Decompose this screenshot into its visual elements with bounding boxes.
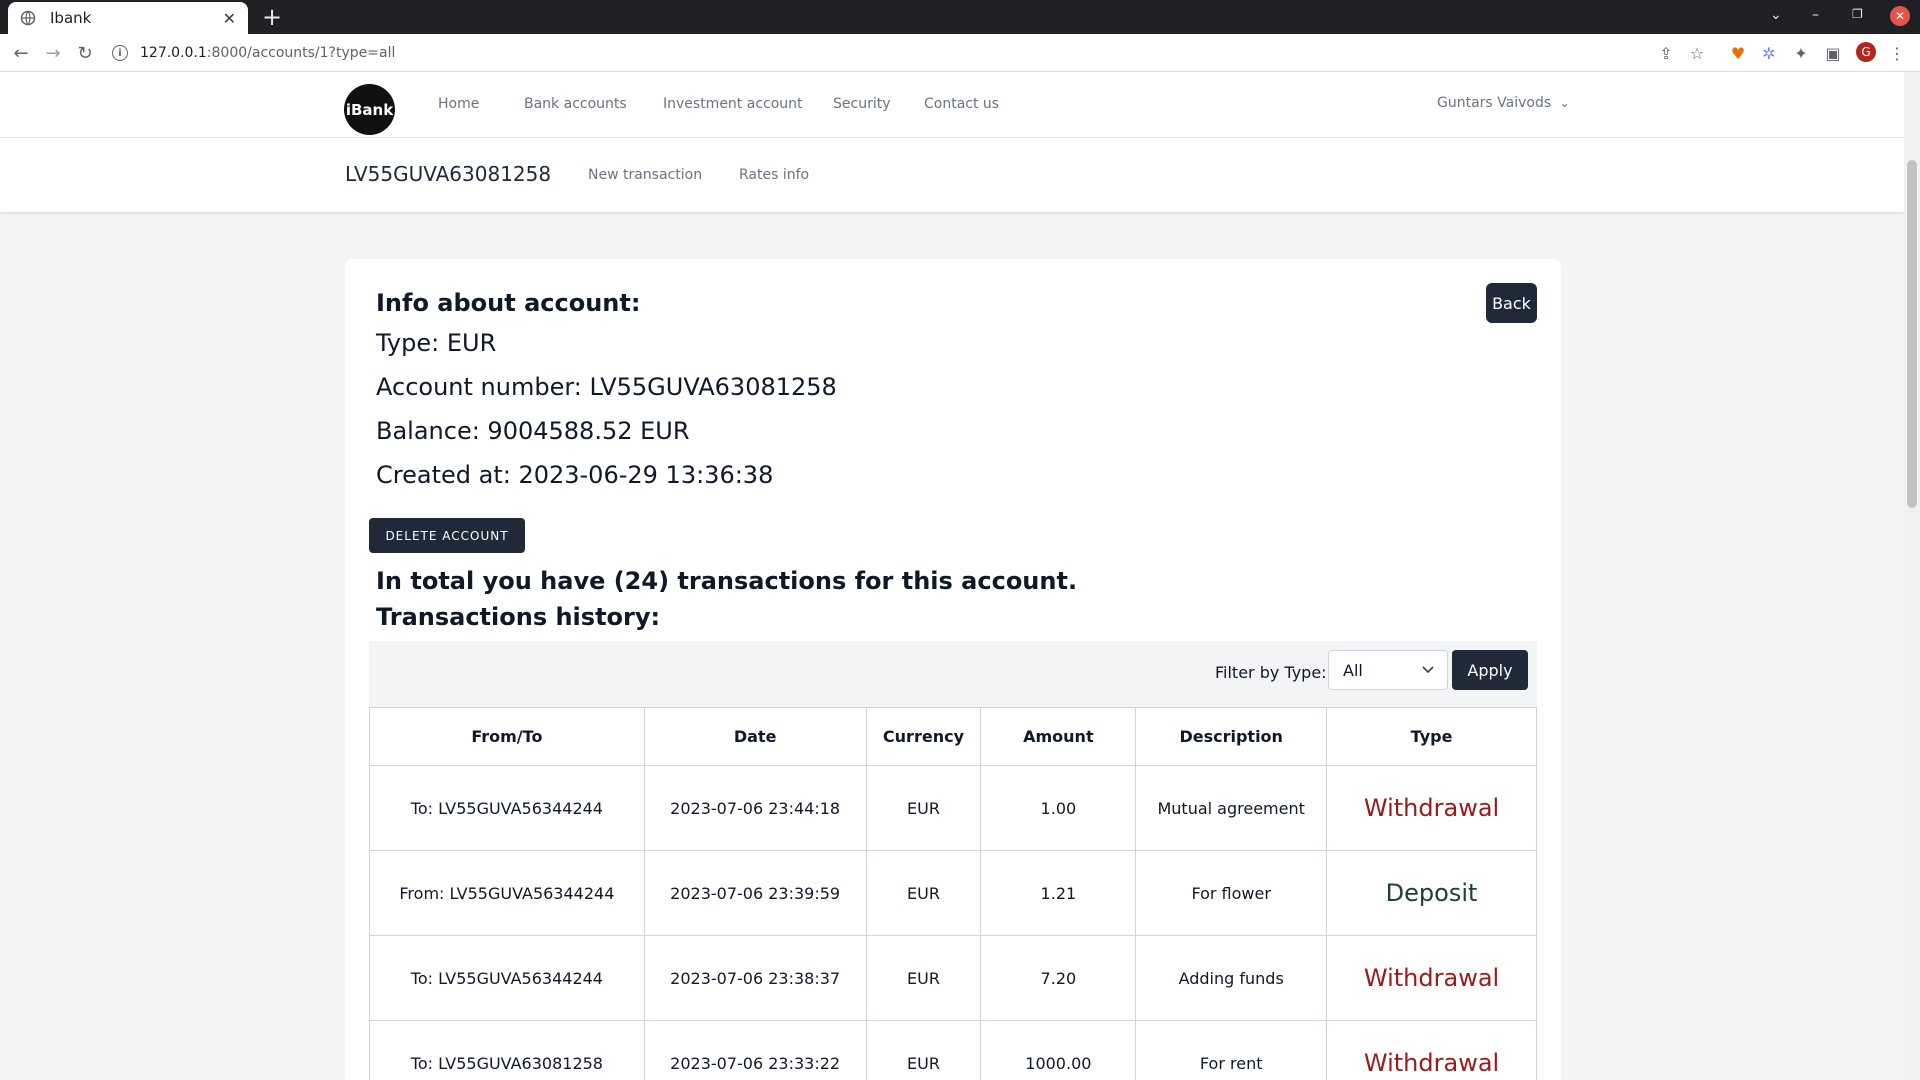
cell-description: Adding funds [1135, 935, 1328, 1021]
account-card: Back Info about account: Type: EUR Accou… [345, 259, 1561, 1080]
url-host: 127.0.0.1 [140, 45, 207, 61]
nav-security[interactable]: Security [833, 96, 891, 112]
browser-tabbar: Ibank ✕ + ⌄ – ❐ ✕ [0, 0, 1920, 34]
cell-from-to: To: LV55GUVA56344244 [369, 935, 645, 1021]
filter-bar: Filter by Type: All Apply [369, 641, 1537, 707]
cell-amount: 1.21 [980, 850, 1137, 936]
site-navbar: iBank Home Bank accounts Investment acco… [0, 72, 1904, 138]
side-panel-icon[interactable]: ▣ [1822, 42, 1844, 64]
minimize-icon[interactable]: – [1812, 7, 1819, 23]
reload-icon[interactable]: ↻ [74, 42, 96, 64]
cell-currency: EUR [865, 765, 982, 851]
share-icon[interactable]: ⇪ [1655, 42, 1677, 64]
cell-description: For rent [1135, 1020, 1328, 1080]
account-subheader: LV55GUVA63081258 New transaction Rates i… [0, 138, 1904, 212]
window-close-icon[interactable]: ✕ [1890, 6, 1910, 26]
new-transaction-link[interactable]: New transaction [588, 167, 702, 183]
cell-description: For flower [1135, 850, 1328, 936]
url-path: :8000/accounts/1?type=all [206, 45, 396, 61]
cell-date: 2023-07-06 23:44:18 [643, 765, 867, 851]
cell-currency: EUR [865, 1020, 982, 1080]
transactions-table: From/To Date Currency Amount Description… [369, 707, 1537, 1080]
cell-currency: EUR [865, 935, 982, 1021]
nav-home[interactable]: Home [438, 96, 479, 112]
table-row: To: LV55GUVA56344244 2023-07-06 23:38:37… [369, 935, 1537, 1021]
column-header-type: Type [1326, 707, 1537, 766]
transactions-total: In total you have (24) transactions for … [376, 567, 1078, 595]
profile-avatar[interactable]: G [1856, 42, 1876, 62]
table-header-row: From/To Date Currency Amount Description… [369, 707, 1537, 766]
column-header-date: Date [643, 707, 867, 766]
nav-investment-account[interactable]: Investment account [663, 96, 803, 112]
forward-arrow-icon[interactable]: → [42, 42, 64, 64]
transactions-history-title: Transactions history: [376, 603, 661, 631]
user-menu[interactable]: Guntars Vaivods ⌄ [1437, 95, 1570, 111]
user-name: Guntars Vaivods [1437, 95, 1552, 111]
bookmark-star-icon[interactable]: ☆ [1686, 42, 1708, 64]
account-number: Account number: LV55GUVA63081258 [376, 373, 837, 401]
delete-account-button[interactable]: DELETE ACCOUNT [369, 518, 525, 553]
tab-title: Ibank [50, 9, 92, 27]
back-arrow-icon[interactable]: ← [10, 42, 32, 64]
back-button[interactable]: Back [1486, 283, 1537, 323]
page-scrollbar[interactable] [1904, 72, 1920, 1080]
scrollbar-thumb[interactable] [1907, 160, 1917, 508]
table-row: To: LV55GUVA56344244 2023-07-06 23:44:18… [369, 765, 1537, 851]
globe-icon [20, 10, 36, 26]
cell-date: 2023-07-06 23:33:22 [643, 1020, 867, 1080]
type-filter-select[interactable]: All [1328, 650, 1448, 690]
rates-info-link[interactable]: Rates info [739, 167, 809, 183]
column-header-from-to: From/To [369, 707, 645, 766]
nav-bank-accounts[interactable]: Bank accounts [524, 96, 627, 112]
new-tab-icon[interactable]: + [262, 4, 282, 30]
browser-toolbar: ← → ↻ i 127.0.0.1:8000/accounts/1?type=a… [0, 34, 1920, 72]
cell-from-to: To: LV55GUVA63081258 [369, 1020, 645, 1080]
filter-selected-value: All [1343, 660, 1363, 680]
cell-date: 2023-07-06 23:39:59 [643, 850, 867, 936]
browser-tab[interactable]: Ibank ✕ [8, 2, 248, 34]
address-bar[interactable]: i 127.0.0.1:8000/accounts/1?type=all [112, 39, 1642, 67]
cell-amount: 7.20 [980, 935, 1137, 1021]
close-tab-icon[interactable]: ✕ [223, 9, 236, 28]
table-row: To: LV55GUVA63081258 2023-07-06 23:33:22… [369, 1020, 1537, 1080]
tab-search-icon[interactable]: ⌄ [1770, 7, 1782, 23]
extensions-puzzle-icon[interactable]: ✦ [1790, 42, 1812, 64]
site-info-icon[interactable]: i [112, 45, 128, 61]
table-row: From: LV55GUVA56344244 2023-07-06 23:39:… [369, 850, 1537, 936]
cell-type-withdrawal: Withdrawal [1326, 1020, 1537, 1080]
column-header-description: Description [1135, 707, 1328, 766]
cell-from-to: To: LV55GUVA56344244 [369, 765, 645, 851]
cell-currency: EUR [865, 850, 982, 936]
account-heading: LV55GUVA63081258 [345, 162, 552, 186]
cell-type-withdrawal: Withdrawal [1326, 935, 1537, 1021]
column-header-amount: Amount [980, 707, 1137, 766]
restore-icon[interactable]: ❐ [1852, 7, 1863, 21]
filter-label: Filter by Type: [1215, 663, 1327, 682]
chevron-down-icon: ⌄ [1559, 96, 1570, 110]
browser-menu-icon[interactable]: ⋮ [1886, 42, 1908, 64]
brave-shield-icon[interactable]: ♥ [1727, 42, 1749, 64]
account-type: Type: EUR [376, 329, 497, 357]
cell-type-withdrawal: Withdrawal [1326, 765, 1537, 851]
account-created: Created at: 2023-06-29 13:36:38 [376, 461, 774, 489]
cell-amount: 1000.00 [980, 1020, 1137, 1080]
cell-type-deposit: Deposit [1326, 850, 1537, 936]
cell-description: Mutual agreement [1135, 765, 1328, 851]
info-title: Info about account: [376, 289, 641, 317]
ibank-logo[interactable]: iBank [344, 84, 395, 135]
cell-amount: 1.00 [980, 765, 1137, 851]
account-balance: Balance: 9004588.52 EUR [376, 417, 690, 445]
nav-contact-us[interactable]: Contact us [924, 96, 999, 112]
cell-from-to: From: LV55GUVA56344244 [369, 850, 645, 936]
extension-gear-icon[interactable]: ✲ [1758, 42, 1780, 64]
chevron-down-icon [1422, 666, 1434, 674]
apply-button[interactable]: Apply [1452, 650, 1528, 690]
cell-date: 2023-07-06 23:38:37 [643, 935, 867, 1021]
column-header-currency: Currency [865, 707, 982, 766]
